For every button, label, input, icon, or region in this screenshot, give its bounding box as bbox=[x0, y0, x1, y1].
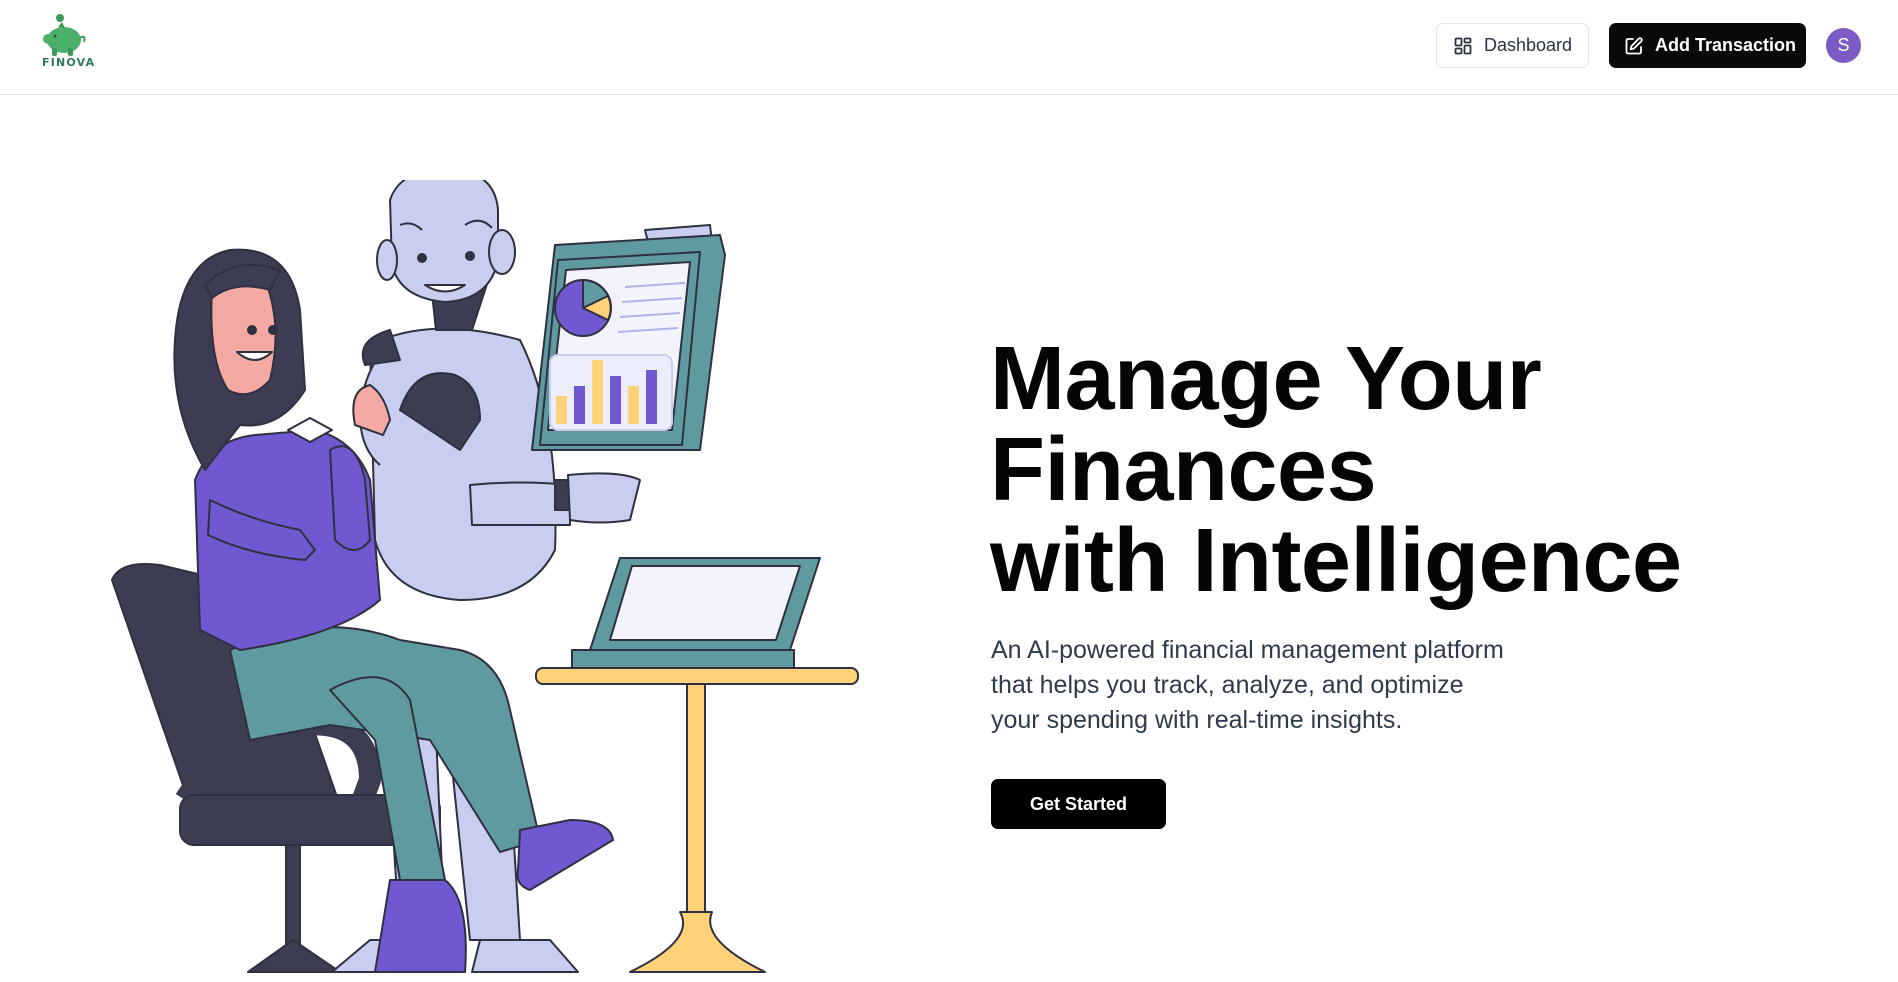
hero-subtitle-line-1: An AI-powered financial management platf… bbox=[991, 636, 1504, 664]
add-transaction-button[interactable]: Add Transaction bbox=[1609, 23, 1806, 68]
hero-title-line-2: Finances bbox=[990, 420, 1377, 520]
layout-grid-icon bbox=[1454, 37, 1472, 54]
hero-subtitle: An AI-powered financial management platf… bbox=[991, 633, 1591, 738]
hero-illustration bbox=[111, 180, 859, 973]
hero-title-line-3: with Intelligence bbox=[990, 511, 1682, 611]
piggy-bank-icon bbox=[43, 14, 86, 56]
hero-title-line-1: Manage Your bbox=[990, 329, 1542, 429]
add-transaction-label: Add Transaction bbox=[1655, 35, 1797, 55]
hero-subtitle-line-2: that helps you track, analyze, and optim… bbox=[991, 671, 1464, 699]
user-avatar[interactable]: S bbox=[1826, 28, 1861, 63]
get-started-button[interactable]: Get Started bbox=[991, 779, 1166, 829]
pen-square-icon bbox=[1625, 36, 1643, 54]
logo-text: FINOVA bbox=[42, 56, 96, 69]
top-navbar: FINOVA Dashboard Add Transaction S bbox=[0, 0, 1898, 95]
hero-subtitle-line-3: your spending with real-time insights. bbox=[991, 706, 1403, 734]
hero-title: Manage Your Finances with Intelligence bbox=[990, 334, 1810, 607]
dashboard-button[interactable]: Dashboard bbox=[1436, 23, 1589, 68]
dashboard-button-label: Dashboard bbox=[1484, 35, 1573, 55]
